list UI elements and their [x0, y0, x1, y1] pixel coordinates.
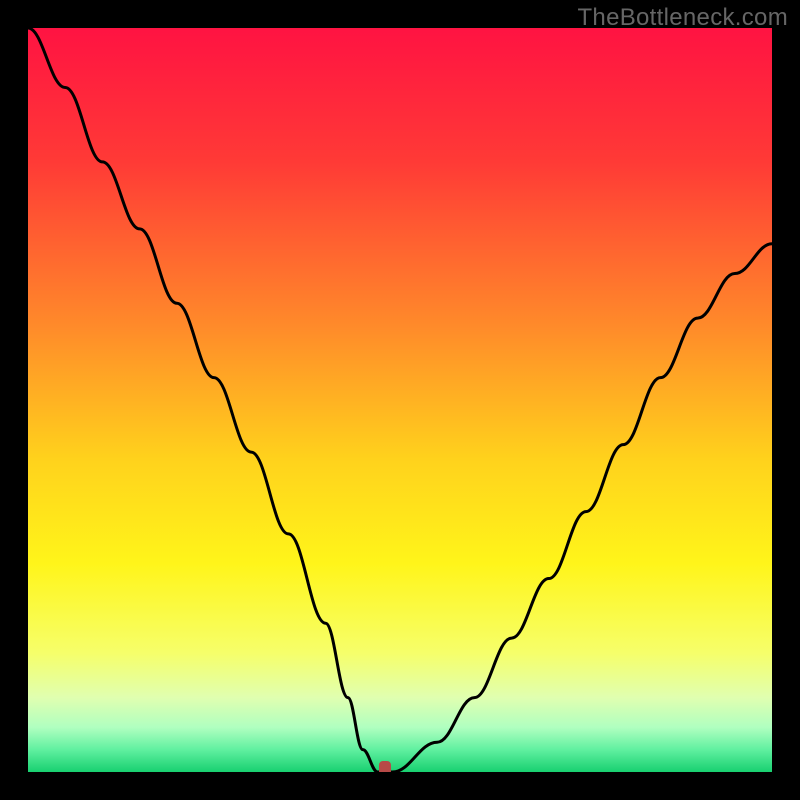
chart-frame: TheBottleneck.com: [0, 0, 800, 800]
plot-area: [28, 28, 772, 772]
watermark-text: TheBottleneck.com: [577, 4, 788, 32]
optimal-point-marker: [379, 761, 391, 772]
bottleneck-curve: [28, 28, 772, 772]
